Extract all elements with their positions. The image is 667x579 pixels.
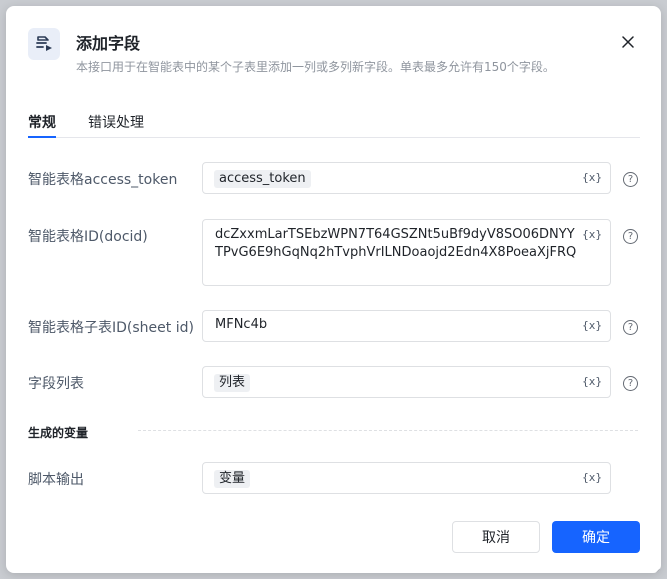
confirm-button[interactable]: 确定 [552,521,640,553]
dialog-subtitle: 本接口用于在智能表中的某个子表里添加一列或多列新字段。单表最多允许有150个字段… [76,60,555,74]
help-icon[interactable]: ? [623,172,638,187]
access-token-input[interactable]: access_token {x} [202,162,611,194]
close-icon [622,36,634,48]
smart-sheet-icon [28,28,60,60]
docid-label: 智能表格ID(docid) [28,229,148,245]
add-field-dialog: 添加字段 本接口用于在智能表中的某个子表里添加一列或多列新字段。单表最多允许有1… [6,6,661,573]
tab-general[interactable]: 常规 [28,112,56,132]
script-output-label: 脚本输出 [28,472,84,488]
docid-value: dcZxxmLarTSEbzWPN7T64GSZNt5uBf9dyV8SO06D… [215,227,577,260]
sheet-id-label: 智能表格子表ID(sheet id) [28,320,194,336]
help-icon[interactable]: ? [623,376,638,391]
sheet-id-input[interactable]: MFNc4b {x} [202,310,611,342]
insert-variable-icon[interactable]: {x} [582,319,602,332]
section-divider [138,430,638,431]
access-token-label: 智能表格access_token [28,172,178,188]
field-list-label: 字段列表 [28,376,84,392]
script-output-tag: 变量 [214,470,251,488]
help-icon[interactable]: ? [623,320,638,335]
sheet-id-value: MFNc4b [215,317,268,332]
docid-input[interactable]: dcZxxmLarTSEbzWPN7T64GSZNt5uBf9dyV8SO06D… [202,219,611,286]
field-list-tag: 列表 [214,374,251,392]
help-icon[interactable]: ? [623,229,638,244]
access-token-tag: access_token [214,170,311,188]
close-button[interactable] [618,32,638,52]
script-output-input[interactable]: 变量 {x} [202,462,611,494]
active-tab-indicator [28,136,56,138]
field-list-input[interactable]: 列表 {x} [202,366,611,398]
tab-bar: 常规 错误处理 [28,110,640,138]
resize-handle-icon[interactable] [651,561,661,573]
tab-error-handling[interactable]: 错误处理 [88,112,144,132]
cancel-button[interactable]: 取消 [452,521,540,553]
insert-variable-icon[interactable]: {x} [582,375,602,388]
insert-variable-icon[interactable]: {x} [582,471,602,484]
dialog-title: 添加字段 [76,34,141,53]
insert-variable-icon[interactable]: {x} [582,228,602,241]
insert-variable-icon[interactable]: {x} [582,171,602,184]
generated-variables-heading: 生成的变量 [28,426,89,440]
